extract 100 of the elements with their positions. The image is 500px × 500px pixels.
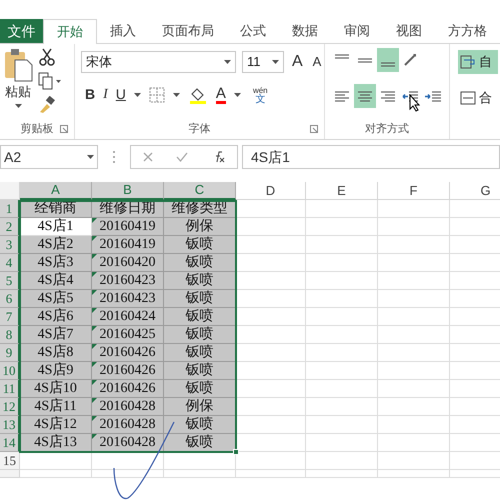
paste-button[interactable]: 粘贴 (5, 84, 31, 100)
bold-button[interactable]: B (85, 84, 96, 105)
caret-icon[interactable] (234, 92, 241, 96)
shrink-font-button[interactable]: A (310, 52, 324, 72)
table-cell: 4S店12 (20, 416, 92, 434)
table-cell (378, 236, 450, 254)
row-header[interactable]: 7 (0, 308, 20, 326)
table-cell: 20160426 (92, 380, 164, 398)
column-header[interactable]: C (164, 182, 236, 200)
table-cell: 20160423 (92, 290, 164, 308)
table-cell (236, 380, 306, 398)
table-cell: 20160424 (92, 308, 164, 326)
phonetic-button[interactable]: wén 文 (252, 86, 268, 104)
row-header[interactable]: 5 (0, 272, 20, 290)
launcher-icon[interactable] (310, 125, 318, 133)
table-cell: 钣喷 (164, 416, 236, 434)
file-tab[interactable]: 文件 (0, 19, 43, 43)
table-cell (378, 344, 450, 362)
row-header[interactable]: 6 (0, 290, 20, 308)
ribbon-tab[interactable]: 视图 (383, 19, 435, 43)
row-header[interactable]: 8 (0, 326, 20, 344)
caret-icon[interactable] (134, 92, 141, 96)
column-header[interactable]: E (306, 182, 378, 200)
table-cell (378, 416, 450, 434)
column-header[interactable]: A (20, 182, 92, 200)
ribbon-tab[interactable]: 数据 (279, 19, 331, 43)
column-header[interactable]: F (378, 182, 450, 200)
copy-icon[interactable] (38, 72, 62, 90)
group-label: 字体 (188, 122, 210, 137)
table-cell: 4S店2 (20, 236, 92, 254)
font-size-dropdown[interactable]: 11 (242, 51, 284, 73)
table-cell (378, 380, 450, 398)
table-cell: 钣喷 (164, 434, 236, 452)
table-cell: 4S店9 (20, 362, 92, 380)
table-cell (306, 290, 378, 308)
row-header[interactable]: 15 (0, 452, 20, 470)
ribbon-tab[interactable]: 方方格 (435, 19, 500, 43)
ribbon-tab[interactable]: 插入 (97, 19, 149, 43)
table-cell (378, 272, 450, 290)
italic-button[interactable]: I (103, 84, 108, 105)
table-cell: 4S店10 (20, 380, 92, 398)
table-cell: 4S店5 (20, 290, 92, 308)
mouse-cursor-icon[interactable] (409, 94, 421, 112)
table-cell (306, 326, 378, 344)
table-cell (378, 218, 450, 236)
caret-icon[interactable] (172, 92, 180, 96)
caret-icon[interactable] (224, 60, 231, 64)
row-header[interactable]: 11 (0, 380, 20, 398)
ribbon-tab[interactable]: 页面布局 (149, 19, 227, 43)
table-cell: 钣喷 (164, 362, 236, 380)
table-cell: 20160419 (92, 218, 164, 236)
fill-color-icon[interactable] (188, 86, 208, 104)
caret-icon[interactable] (14, 104, 22, 108)
merge-icon[interactable] (460, 90, 476, 106)
table-cell: 例保 (164, 218, 236, 236)
grow-font-button[interactable]: A (290, 50, 305, 74)
table-cell (236, 200, 306, 218)
row-header[interactable]: 3 (0, 236, 20, 254)
table-cell: 4S店6 (20, 308, 92, 326)
table-cell (378, 308, 450, 326)
table-cell: 20160428 (92, 416, 164, 434)
underline-button[interactable]: U (116, 84, 126, 105)
font-color-button[interactable]: A (216, 86, 226, 104)
wrap-text-button[interactable]: 自 (458, 50, 498, 74)
column-header[interactable]: D (236, 182, 306, 200)
name-box[interactable]: A2 (0, 145, 98, 169)
ribbon-tab[interactable]: 开始 (43, 19, 97, 44)
table-cell (236, 434, 306, 452)
table-cell (236, 344, 306, 362)
caret-icon[interactable] (272, 60, 279, 64)
table-cell (306, 218, 378, 236)
table-cell: 4S店7 (20, 326, 92, 344)
row-header[interactable]: 4 (0, 254, 20, 272)
borders-icon[interactable] (148, 86, 165, 102)
column-header[interactable]: B (92, 182, 164, 200)
table-cell (236, 218, 306, 236)
table-cell (20, 452, 92, 470)
row-header[interactable]: 9 (0, 344, 20, 362)
cut-icon[interactable] (38, 48, 56, 66)
row-header[interactable]: 2 (0, 218, 20, 236)
formula-field[interactable]: 4S店1 (242, 145, 500, 169)
wrap-text-icon[interactable] (460, 54, 476, 70)
table-cell: 4S店11 (20, 398, 92, 416)
row-header[interactable]: 14 (0, 434, 20, 452)
launcher-icon[interactable] (60, 125, 68, 133)
row-header[interactable]: 10 (0, 362, 20, 380)
format-painter-icon[interactable] (38, 96, 56, 114)
grip-icon[interactable] (112, 150, 116, 164)
row-header[interactable]: 13 (0, 416, 20, 434)
fill-handle[interactable] (233, 449, 239, 455)
row-header[interactable]: 1 (0, 200, 20, 218)
ribbon-tab[interactable]: 审阅 (331, 19, 383, 43)
merge-button[interactable]: 合 (458, 86, 498, 110)
ribbon-tab[interactable]: 公式 (227, 19, 279, 43)
table-cell (306, 272, 378, 290)
row-header[interactable]: 12 (0, 398, 20, 416)
table-cell: 20160423 (92, 272, 164, 290)
paste-icon[interactable] (3, 48, 33, 82)
caret-icon[interactable] (87, 155, 94, 159)
font-name-dropdown[interactable]: 宋体 (81, 51, 236, 73)
